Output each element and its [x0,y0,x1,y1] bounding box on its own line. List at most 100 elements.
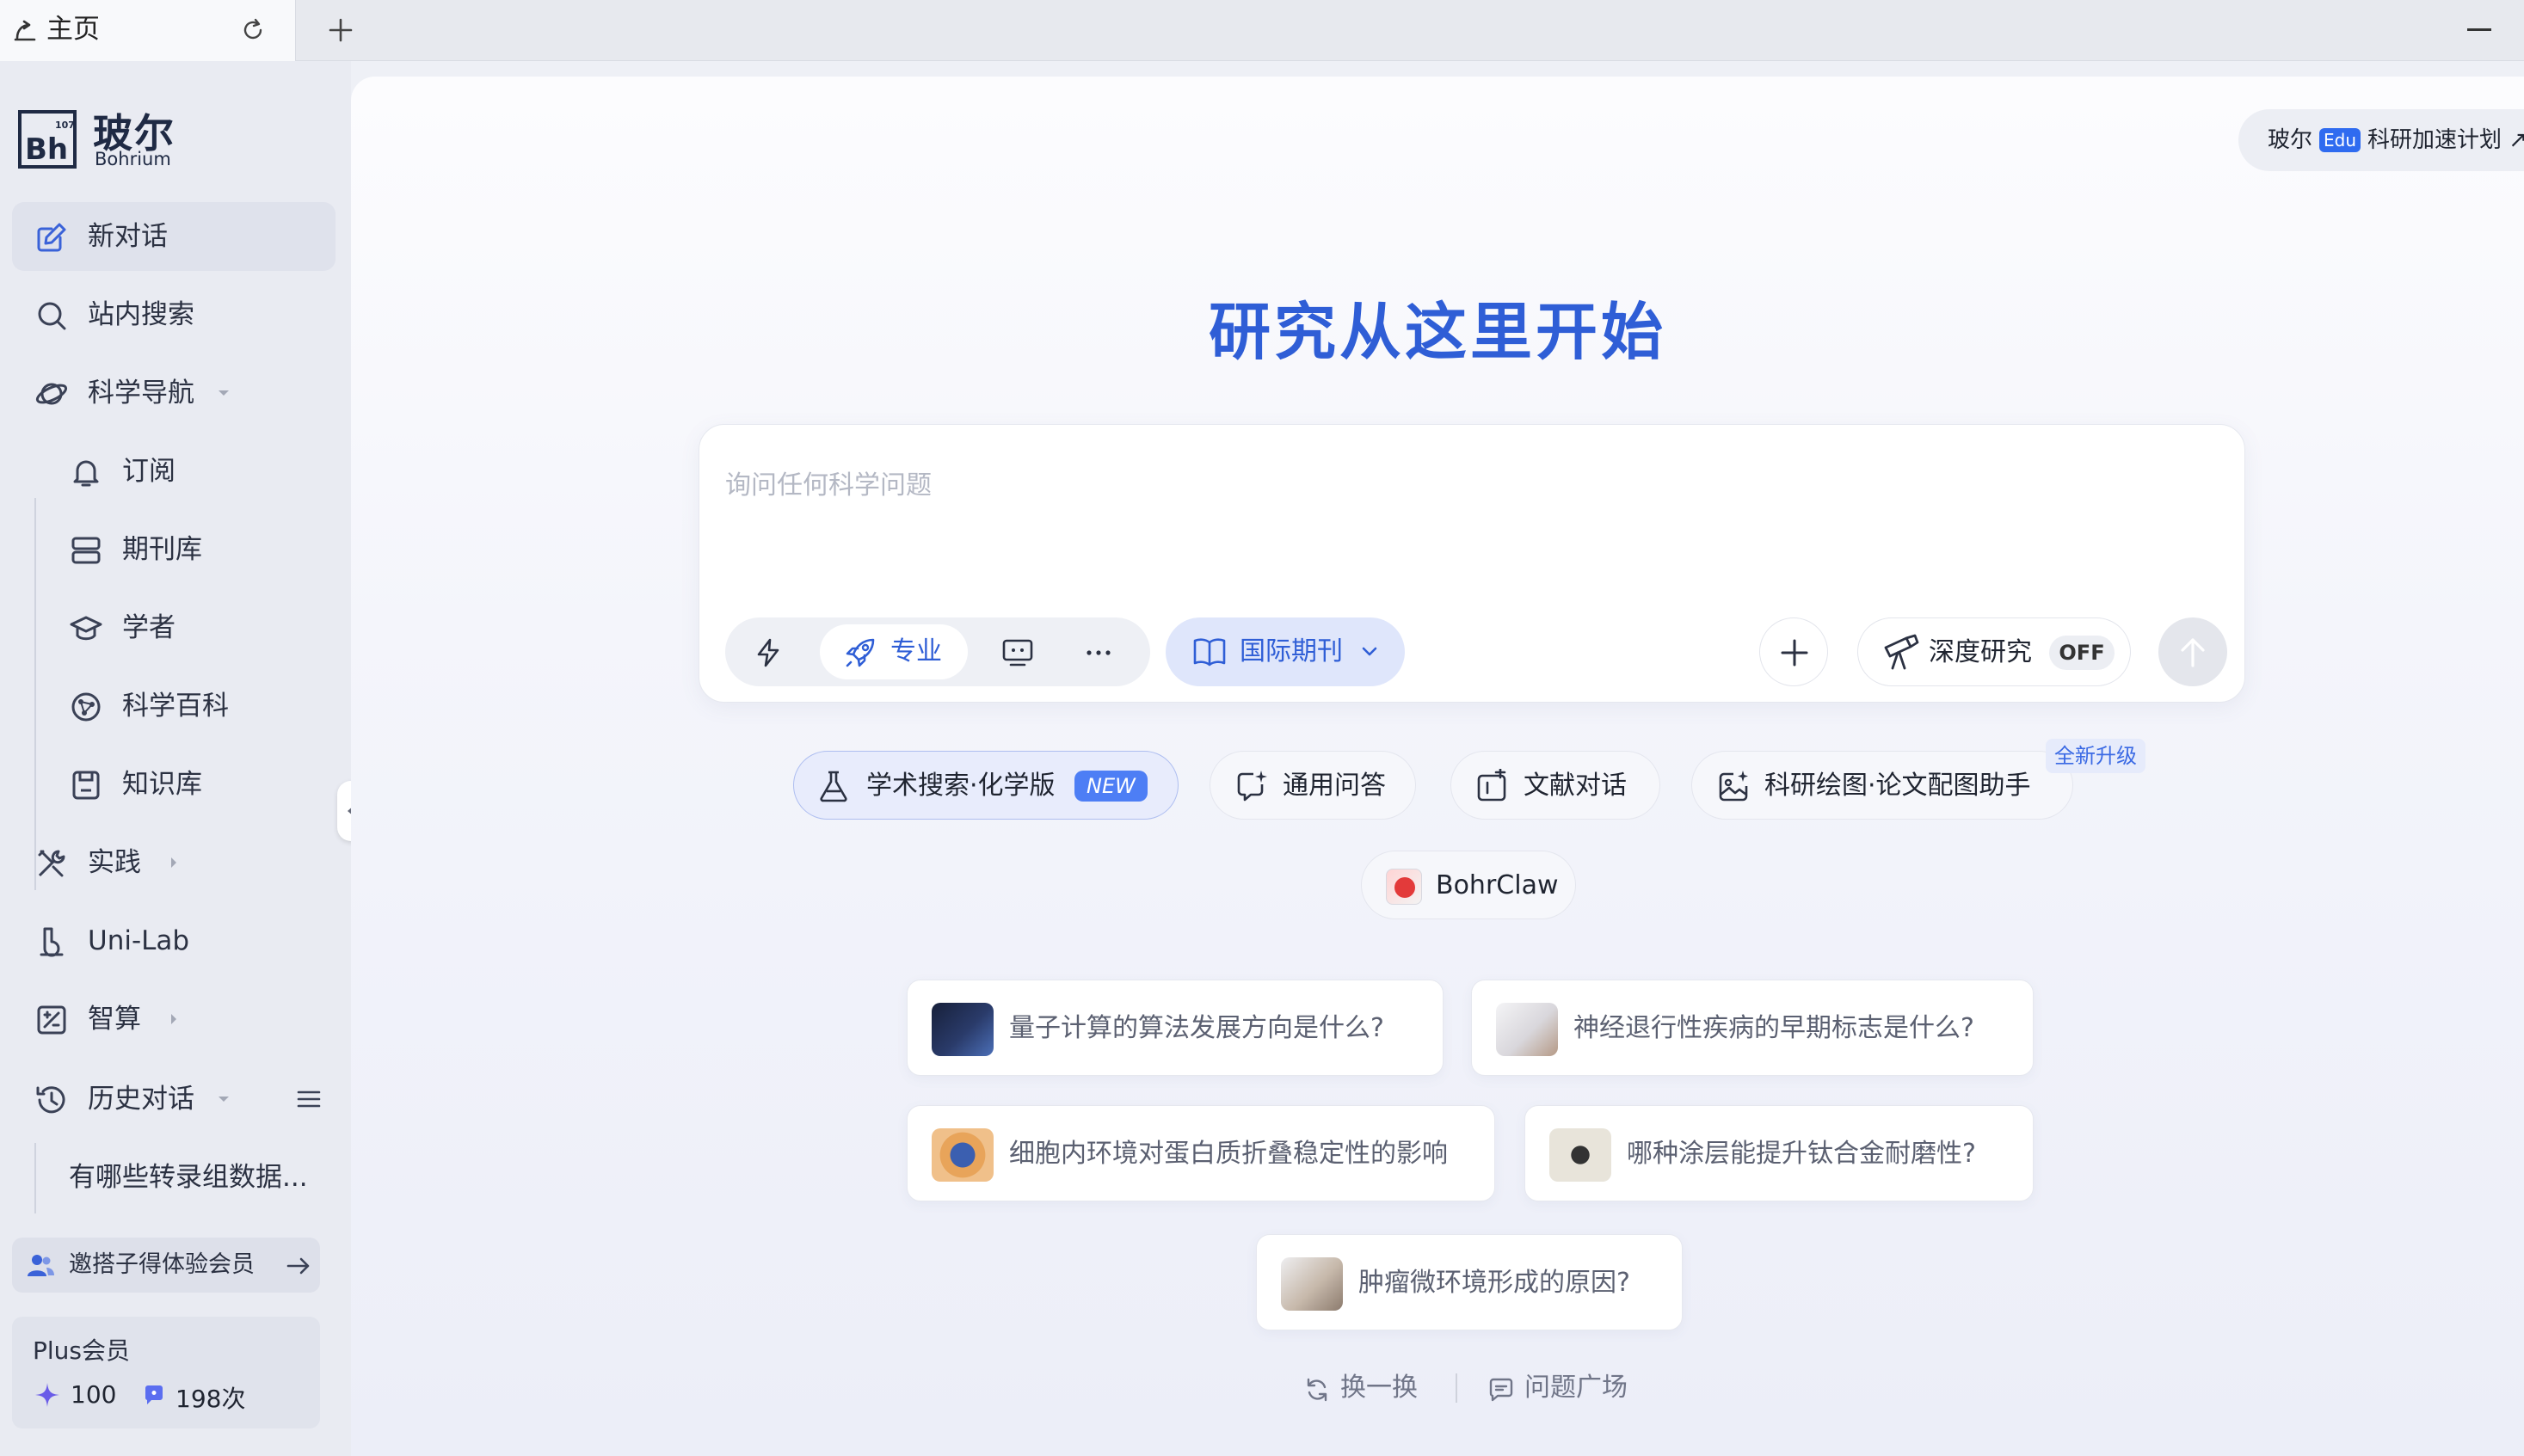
chip-science-drawing[interactable]: 科研绘图·论文配图助手 [1691,751,2073,820]
window-minimize-button[interactable] [2467,28,2491,31]
deep-research-toggle[interactable]: 深度研究 OFF [1857,617,2131,686]
deep-research-state: OFF [2049,636,2115,670]
journal-source-dropdown[interactable]: 国际期刊 [1166,617,1405,686]
suggestion-text: 哪种涂层能提升钛合金耐磨性? [1627,1139,1976,1169]
bohrclaw-logo-icon [1386,869,1422,905]
sidebar-item-label: 智算 [88,1004,141,1035]
query-input[interactable] [725,459,2188,511]
chip-label: 文献对话 [1524,771,1627,801]
chip-academic-search-chem[interactable]: 学术搜索·化学版 NEW [793,751,1179,820]
edit-icon [37,223,66,252]
arrow-right-icon [286,1257,310,1275]
suggestion-text: 神经退行性疾病的早期标志是什么? [1573,1013,1974,1043]
sidebar-item-knowledge-base[interactable]: 知识库 [12,750,336,819]
refresh-icon [1307,1378,1327,1402]
sidebar-item-science-nav[interactable]: 科学导航 [12,359,336,427]
upgrade-badge: 全新升级 [2046,739,2145,773]
bell-icon [73,460,99,487]
journal-label: 国际期刊 [1240,636,1343,667]
suggestion-card[interactable]: 量子计算的算法发展方向是什么? [907,980,1444,1076]
sidebar-item-label: 期刊库 [122,534,202,565]
plus-membership-card[interactable]: Plus会员 100 198次 [12,1317,320,1428]
users-icon [28,1255,54,1276]
brand-name-en: Bohrium [95,149,171,169]
mode-pro-button[interactable]: 专业 [820,624,968,679]
suggestion-card[interactable]: 神经退行性疾病的早期标志是什么? [1471,980,2034,1076]
promo-suffix: 科研加速计划 ↗ [2367,127,2524,153]
chat-spark-icon [1237,771,1267,802]
sidebar-item-new-chat[interactable]: 新对话 [12,202,336,271]
sidebar-item-label: 实践 [88,847,141,878]
network-icon [71,692,101,722]
mode-selector: 专业 [725,617,1150,686]
promo-prefix: 玻尔 [2268,127,2313,153]
more-modes-button[interactable] [1064,624,1133,679]
history-list-menu-icon[interactable] [296,1086,322,1112]
plaza-label: 问题广场 [1524,1373,1628,1403]
chevron-down-icon [219,1097,229,1102]
sidebar-item-journals[interactable]: 期刊库 [12,515,336,584]
plus-title: Plus会员 [33,1336,130,1365]
suggestion-text: 量子计算的算法发展方向是什么? [1009,1013,1384,1043]
telescope-icon [1884,634,1919,670]
refresh-label: 换一换 [1340,1373,1418,1403]
history-conversation-item[interactable]: 有哪些转录组数据... [69,1143,327,1212]
suggestion-card[interactable]: 哪种涂层能提升钛合金耐磨性? [1524,1105,2034,1201]
footer-divider [1456,1373,1457,1403]
sidebar-item-label: Uni-Lab [88,925,190,956]
app-favicon-icon [14,20,36,41]
suggestion-card[interactable]: 肿瘤微环境形成的原因? [1256,1234,1683,1330]
reload-icon[interactable] [239,16,267,44]
graduation-cap-icon [70,616,102,641]
rocket-icon [846,638,875,667]
chevron-down-icon [219,390,229,396]
planet-icon [35,383,68,405]
mode-fast-button[interactable] [734,624,803,679]
mode-pro-label: 专业 [890,636,942,667]
sidebar-item-subscriptions[interactable]: 订阅 [12,437,336,506]
suggestion-text: 细胞内环境对蛋白质折叠稳定性的影响 [1009,1139,1448,1169]
sidebar-item-encyclopedia[interactable]: 科学百科 [12,672,336,740]
suggestion-card[interactable]: 细胞内环境对蛋白质折叠稳定性的影响 [907,1105,1495,1201]
plus-chat-count: 198次 [175,1385,246,1413]
flask-icon [820,771,847,802]
tools-icon [38,850,65,877]
main-panel: 玻尔 Edu 科研加速计划 ↗ 研究从这里开始 专业 [351,77,2524,1456]
tab-title: 主页 [46,14,100,45]
sidebar-item-history[interactable]: 历史对话 [12,1065,336,1133]
sidebar-item-label: 新对话 [88,221,168,252]
lightning-icon [757,638,779,667]
sidebar-item-label: 历史对话 [88,1084,194,1115]
invite-member-banner[interactable]: 邀搭子得体验会员 [12,1238,320,1293]
mode-agent-button[interactable] [983,624,1052,679]
chat-quota-icon [145,1385,163,1404]
chip-label: 学术搜索·化学版 [866,771,1056,801]
protein-cell-thumbnail [932,1128,994,1182]
sidebar-item-uni-lab[interactable]: Uni-Lab [12,906,336,975]
sidebar-item-scholars[interactable]: 学者 [12,593,336,662]
chip-label: 通用问答 [1283,771,1386,801]
quantum-code-thumbnail [932,1003,994,1056]
edu-promo-banner[interactable]: 玻尔 Edu 科研加速计划 ↗ [2238,109,2524,171]
new-badge: NEW [1074,771,1148,802]
sidebar-item-practice[interactable]: 实践 [12,828,336,897]
chip-bohrclaw[interactable]: BohrClaw [1361,851,1576,919]
send-button[interactable] [2158,617,2227,686]
svg-text:107: 107 [55,120,75,131]
open-book-icon [1193,638,1226,667]
screen-bot-icon [1002,639,1033,667]
image-edit-icon [1719,771,1748,802]
browser-tab[interactable]: 主页 [0,0,296,61]
sidebar-item-site-search[interactable]: 站内搜索 [12,280,336,349]
new-tab-plus-icon[interactable] [325,15,356,46]
history-guide-line [34,1143,36,1213]
query-composer: 专业 国际期刊 [699,424,2245,703]
chevron-right-icon [171,857,176,868]
alloy-coating-thumbnail [1549,1128,1611,1182]
chip-literature-chat[interactable]: 文献对话 [1450,751,1660,820]
sidebar-item-compute[interactable]: 智算 [12,985,336,1054]
attach-button[interactable] [1759,617,1828,686]
chip-general-qa[interactable]: 通用问答 [1210,751,1416,820]
neuro-doctor-thumbnail [1496,1003,1558,1056]
tumor-research-thumbnail [1281,1257,1343,1311]
